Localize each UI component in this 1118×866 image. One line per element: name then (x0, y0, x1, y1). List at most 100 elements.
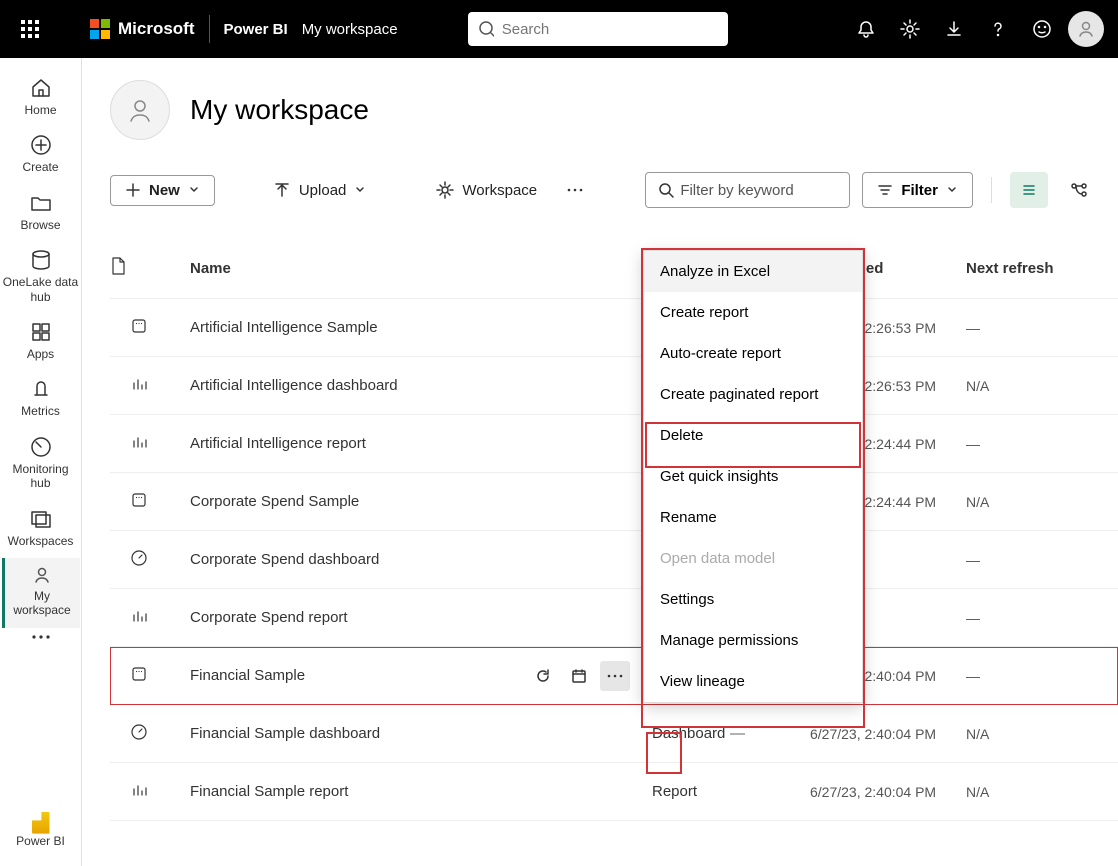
nav-label: Create (22, 160, 58, 174)
ctx-rename[interactable]: Rename (644, 497, 862, 538)
new-button[interactable]: New (110, 175, 215, 206)
download-button[interactable] (932, 9, 976, 49)
nav-more[interactable] (2, 628, 80, 653)
row-name-label: Artificial Intelligence Sample (190, 319, 378, 336)
nav-monitoring[interactable]: Monitoring hub (2, 429, 80, 501)
row-next-refresh: — (966, 436, 1106, 452)
row-more-button[interactable] (600, 661, 630, 691)
chevron-down-icon (188, 184, 200, 196)
ctx-manage-permissions[interactable]: Manage permissions (644, 620, 862, 661)
table-row[interactable]: Financial SampleDataset6/27/23, 2:40:04 … (110, 647, 1118, 705)
toolbar-more-button[interactable] (563, 182, 587, 198)
app-launcher-button[interactable] (10, 9, 50, 49)
row-owner: — (730, 725, 810, 742)
ctx-quick-insights[interactable]: Get quick insights (644, 456, 862, 497)
nav-label: My workspace (5, 589, 80, 618)
microsoft-label: Microsoft (118, 19, 195, 39)
nav-my-workspace[interactable]: My workspace (2, 558, 80, 628)
page-title: My workspace (190, 94, 369, 126)
ctx-autocreate-report[interactable]: Auto-create report (644, 333, 862, 374)
settings-button[interactable] (888, 9, 932, 49)
table-row[interactable]: Corporate Spend dashboard——— (110, 531, 1118, 589)
nav-apps[interactable]: Apps (2, 314, 80, 371)
row-name-label: Financial Sample (190, 667, 305, 684)
waffle-icon (21, 20, 39, 38)
ctx-view-lineage[interactable]: View lineage (644, 661, 862, 702)
row-name-label: Artificial Intelligence report (190, 435, 366, 452)
workspace-label: Workspace (462, 182, 537, 199)
nav-label: Browse (20, 218, 60, 232)
row-type-icon (110, 375, 190, 397)
table-row[interactable]: Corporate Spend Sample6/27/23, 2:24:44 P… (110, 473, 1118, 531)
nav-workspaces[interactable]: Workspaces (2, 501, 80, 558)
notifications-button[interactable] (844, 9, 888, 49)
search-input[interactable] (502, 21, 718, 38)
row-type-icon (110, 549, 190, 571)
nav-create[interactable]: Create (2, 127, 80, 184)
table-row[interactable]: Artificial Intelligence dashboard6/27/23… (110, 357, 1118, 415)
workspace-avatar (110, 80, 170, 140)
feedback-button[interactable] (1020, 9, 1064, 49)
table-row[interactable]: Financial Sample dashboard Dashboard—6/27… (110, 705, 1118, 763)
ctx-create-report[interactable]: Create report (644, 292, 862, 333)
lineage-view-button[interactable] (1060, 172, 1098, 208)
nav-label: Workspaces (8, 534, 74, 548)
divider (209, 15, 210, 43)
row-name-label: Corporate Spend Sample (190, 493, 359, 510)
microsoft-logo: Microsoft (90, 19, 195, 39)
nav-metrics[interactable]: Metrics (2, 371, 80, 428)
table-row[interactable]: Corporate Spend report——— (110, 589, 1118, 647)
row-refreshed: 6/27/23, 2:40:04 PM (810, 726, 966, 742)
context-menu: Analyze in Excel Create report Auto-crea… (643, 250, 863, 703)
refresh-button[interactable] (528, 661, 558, 691)
filter-button[interactable]: Filter (862, 172, 973, 208)
search-icon (478, 20, 494, 38)
filter-placeholder: Filter by keyword (680, 182, 793, 199)
nav-powerbi[interactable]: Power BI (2, 806, 80, 858)
row-next-refresh: — (966, 552, 1106, 568)
nav-onelake[interactable]: OneLake data hub (2, 242, 80, 314)
ctx-paginated-report[interactable]: Create paginated report (644, 374, 862, 415)
row-name-label: Financial Sample report (190, 783, 348, 800)
account-button[interactable] (1064, 9, 1108, 49)
filter-keyword-input[interactable]: Filter by keyword (645, 172, 850, 208)
chevron-down-icon (946, 184, 958, 196)
row-type-label: Dashboard (630, 725, 730, 742)
nav-label: OneLake data hub (2, 275, 80, 304)
table-row[interactable]: Financial Sample report Report 6/27/23, 2:… (110, 763, 1118, 821)
product-label: Power BI (224, 21, 288, 38)
nav-label: Apps (27, 347, 54, 361)
upload-button[interactable]: Upload (259, 175, 381, 205)
breadcrumb: My workspace (302, 21, 398, 38)
nav-home[interactable]: Home (2, 70, 80, 127)
col-name[interactable]: Name (190, 260, 630, 277)
col-next-refresh[interactable]: Next refresh (966, 260, 1106, 277)
nav-label: Home (24, 103, 56, 117)
table-row[interactable]: Artificial Intelligence Sample6/27/23, 2… (110, 299, 1118, 357)
ctx-analyze-excel[interactable]: Analyze in Excel (644, 251, 862, 292)
list-view-button[interactable] (1010, 172, 1048, 208)
row-type-icon (110, 491, 190, 513)
row-next-refresh: N/A (966, 726, 1106, 742)
filter-label: Filter (901, 182, 938, 199)
nav-browse[interactable]: Browse (2, 185, 80, 242)
help-button[interactable] (976, 9, 1020, 49)
ctx-delete[interactable]: Delete (644, 415, 862, 456)
row-next-refresh: — (966, 320, 1106, 336)
row-name-label: Financial Sample dashboard (190, 725, 380, 742)
schedule-refresh-button[interactable] (564, 661, 594, 691)
row-next-refresh: — (966, 610, 1106, 626)
workspace-settings-button[interactable]: Workspace (422, 175, 551, 205)
row-type-icon (110, 781, 190, 803)
avatar-icon (1068, 11, 1104, 47)
row-type-label: Report (630, 783, 730, 800)
nav-label: Metrics (21, 404, 60, 418)
page-header: My workspace (110, 80, 1118, 140)
row-name-label: Corporate Spend dashboard (190, 551, 379, 568)
row-refreshed: 6/27/23, 2:40:04 PM (810, 784, 966, 800)
row-type-icon (110, 317, 190, 339)
table-row[interactable]: Artificial Intelligence report6/27/23, 2… (110, 415, 1118, 473)
ctx-settings[interactable]: Settings (644, 579, 862, 620)
row-next-refresh: N/A (966, 494, 1106, 510)
global-search[interactable] (468, 12, 728, 46)
